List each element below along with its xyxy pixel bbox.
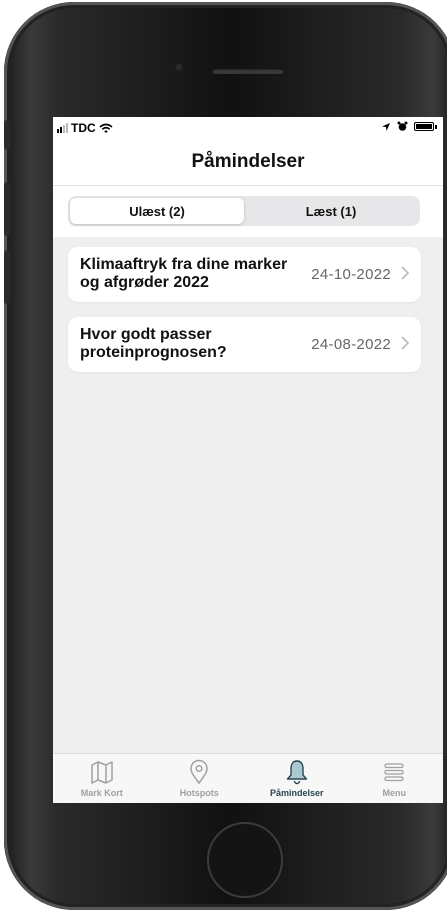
- tab-hotspots[interactable]: Hotspots: [151, 754, 249, 803]
- chevron-right-icon: [401, 266, 410, 280]
- read-status-segmented-control: Ulæst (2) Læst (1): [68, 196, 420, 226]
- volume-down-button: [4, 250, 10, 304]
- notification-date: 24-10-2022: [311, 266, 391, 283]
- tab-menu[interactable]: Menu: [346, 754, 444, 803]
- home-button[interactable]: [207, 822, 283, 898]
- front-camera: [174, 62, 184, 72]
- chevron-right-icon: [401, 336, 410, 350]
- tab-label: Menu: [382, 788, 407, 798]
- tab-label: Påmindelser: [269, 788, 324, 798]
- tab-paamindelser[interactable]: Påmindelser: [248, 754, 346, 803]
- navigation-bar: Påmindelser: [53, 139, 443, 186]
- mute-switch: [4, 120, 10, 150]
- segment-container: Ulæst (2) Læst (1): [53, 186, 443, 237]
- notification-date: 24-08-2022: [311, 336, 391, 353]
- alarm-icon: [397, 121, 408, 131]
- bell-icon: [286, 760, 307, 785]
- app-screen: TDC Påmindelser Ulæst (2) Læst (1) Klima…: [53, 117, 443, 803]
- device-frame: TDC Påmindelser Ulæst (2) Læst (1) Klima…: [0, 0, 447, 915]
- tab-mark-kort[interactable]: Mark Kort: [53, 754, 151, 803]
- location-arrow-icon: [382, 122, 390, 131]
- segment-read[interactable]: Læst (1): [244, 198, 418, 224]
- volume-up-button: [4, 182, 10, 236]
- map-icon: [91, 761, 113, 784]
- tab-label: Mark Kort: [80, 788, 123, 798]
- battery-icon: [414, 122, 437, 131]
- notification-title: Hvor godt passer proteinprognosen?: [80, 326, 227, 361]
- signal-icon: [57, 123, 68, 133]
- page-title: Påmindelser: [191, 151, 305, 172]
- carrier-label: TDC: [71, 121, 96, 135]
- notification-title: Klimaaftryk fra dine marker og afgrøder …: [80, 256, 288, 291]
- menu-icon: [384, 763, 404, 782]
- wifi-icon: [99, 123, 113, 133]
- notification-card[interactable]: Klimaaftryk fra dine marker og afgrøder …: [68, 247, 421, 302]
- tab-bar: Mark Kort Hotspots Påmindelser Menu: [53, 753, 443, 803]
- location-pin-icon: [190, 759, 209, 785]
- status-bar: TDC: [53, 117, 443, 139]
- earpiece-speaker: [212, 68, 284, 74]
- notification-card[interactable]: Hvor godt passer proteinprognosen? 24-08…: [68, 317, 421, 372]
- segment-unread[interactable]: Ulæst (2): [70, 198, 244, 224]
- tab-label: Hotspots: [179, 788, 219, 798]
